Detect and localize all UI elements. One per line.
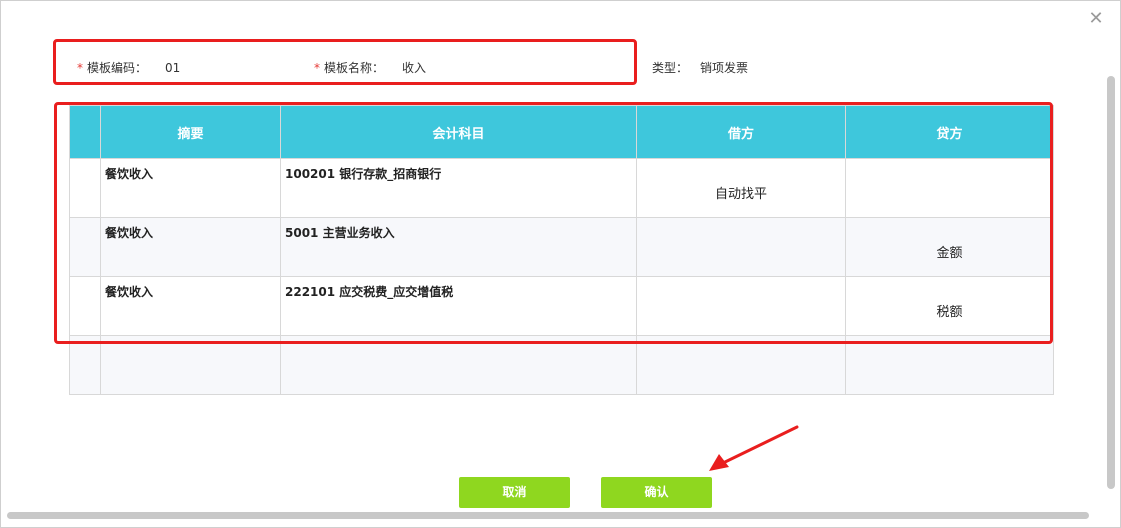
template-name-label: 模板名称： xyxy=(324,61,385,75)
account-cell[interactable]: 5001 主营业务收入 xyxy=(280,217,637,277)
summary-cell[interactable]: 餐饮收入 xyxy=(100,217,281,277)
template-code-value[interactable]: 01 xyxy=(165,61,180,75)
dialog: ✕ * 模板编码： 01 * 模板名称： 收入 类型： 销项发票 摘要 会计科目 借方 贷… xyxy=(0,0,1121,528)
debit-cell[interactable]: 自动找平 xyxy=(636,158,846,218)
credit-cell[interactable] xyxy=(845,158,1054,218)
cancel-button[interactable]: 取消 xyxy=(459,477,570,508)
credit-cell[interactable]: 金额 xyxy=(845,217,1054,277)
row-index-cell xyxy=(69,335,101,395)
account-cell[interactable]: 222101 应交税费_应交增值税 xyxy=(280,276,637,336)
type-value: 销项发票 xyxy=(700,61,749,75)
horizontal-scrollbar[interactable] xyxy=(7,512,1089,519)
table-row[interactable]: 餐饮收入 5001 主营业务收入 金额 xyxy=(69,217,1054,277)
type-label: 类型： xyxy=(652,61,689,75)
required-mark: * xyxy=(77,61,83,75)
row-index-cell xyxy=(69,276,101,336)
confirm-button[interactable]: 确认 xyxy=(601,477,712,508)
header-debit: 借方 xyxy=(636,105,846,159)
template-code-label: 模板编码： xyxy=(87,61,148,75)
credit-cell[interactable]: 税额 xyxy=(845,276,1054,336)
vertical-scrollbar[interactable] xyxy=(1107,76,1115,489)
summary-cell[interactable]: 餐饮收入 xyxy=(100,158,281,218)
debit-cell[interactable] xyxy=(636,335,846,395)
required-mark: * xyxy=(314,61,320,75)
voucher-template-table: 摘要 会计科目 借方 贷方 餐饮收入 100201 银行存款_招商银行 自动找平… xyxy=(69,105,1054,395)
account-cell[interactable]: 100201 银行存款_招商银行 xyxy=(280,158,637,218)
debit-cell[interactable] xyxy=(636,276,846,336)
table-row[interactable] xyxy=(69,335,1054,395)
table-header-row: 摘要 会计科目 借方 贷方 xyxy=(69,105,1054,159)
template-name-field: * 模板名称： 收入 xyxy=(314,58,426,78)
template-code-field: * 模板编码： 01 xyxy=(77,58,180,78)
template-name-value[interactable]: 收入 xyxy=(402,61,426,75)
account-cell[interactable] xyxy=(280,335,637,395)
header-account: 会计科目 xyxy=(280,105,637,159)
close-icon[interactable]: ✕ xyxy=(1087,9,1105,29)
header-summary: 摘要 xyxy=(100,105,281,159)
header-credit: 贷方 xyxy=(845,105,1054,159)
header-index xyxy=(69,105,101,159)
table-row[interactable]: 餐饮收入 222101 应交税费_应交增值税 税额 xyxy=(69,276,1054,336)
table-row[interactable]: 餐饮收入 100201 银行存款_招商银行 自动找平 xyxy=(69,158,1054,218)
summary-cell[interactable]: 餐饮收入 xyxy=(100,276,281,336)
type-field: 类型： 销项发票 xyxy=(652,58,748,78)
arrow-icon xyxy=(709,425,799,471)
row-index-cell xyxy=(69,217,101,277)
debit-cell[interactable] xyxy=(636,217,846,277)
credit-cell[interactable] xyxy=(845,335,1054,395)
summary-cell[interactable] xyxy=(100,335,281,395)
row-index-cell xyxy=(69,158,101,218)
